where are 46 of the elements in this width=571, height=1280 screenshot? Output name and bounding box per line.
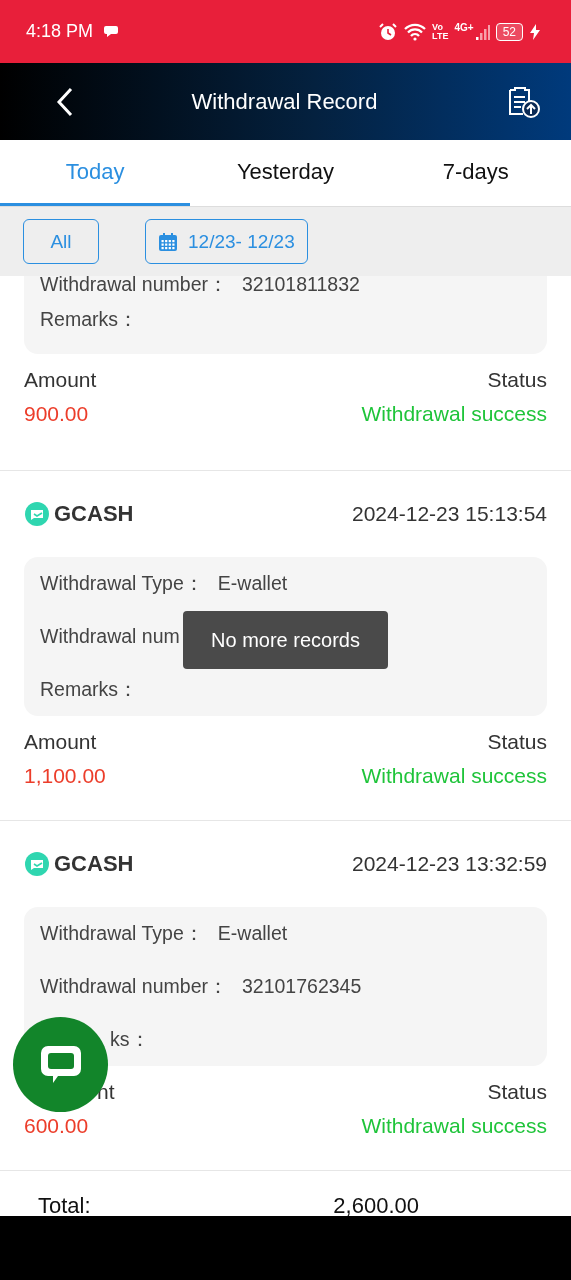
field-value: E-wallet — [217, 572, 288, 595]
wallet-logo-icon — [24, 851, 50, 877]
records-toast: No more records — [183, 611, 388, 669]
status-value: Withdrawal success — [361, 402, 547, 426]
record-time: 2024-12-23 15:13:54 — [352, 502, 547, 526]
amount-value: 900.00 — [24, 402, 89, 426]
field-value: 32101811832 — [242, 276, 360, 296]
status-label: Status — [487, 730, 547, 754]
field-label: Remarks： — [40, 307, 138, 332]
field-label: Withdrawal Type： — [40, 571, 204, 596]
amount-label: Amount — [24, 368, 97, 392]
signal-icon — [475, 22, 490, 41]
network-label: Vo LTE — [432, 22, 449, 41]
record-time: 2024-12-23 13:32:59 — [352, 852, 547, 876]
status-label: Status — [487, 368, 547, 392]
status-label: Status — [487, 1080, 547, 1104]
calendar-icon — [158, 231, 178, 252]
payment-method: GCASH — [54, 501, 134, 527]
network-type: 4G+ — [454, 22, 474, 33]
battery-level: 52 — [495, 22, 523, 41]
field-label: Withdrawal num — [40, 625, 180, 648]
total-label: Total: — [38, 1193, 91, 1216]
type-filter-button[interactable]: All — [23, 219, 99, 264]
amount-value: 600.00 — [24, 1114, 89, 1138]
field-label: Withdrawal Type： — [40, 921, 204, 946]
status-value: Withdrawal success — [361, 1114, 547, 1138]
amount-label: Amount — [24, 730, 97, 754]
total-value: 2,600.00 — [333, 1193, 419, 1216]
amount-value: 1,100.00 — [24, 764, 106, 788]
back-icon[interactable] — [56, 86, 74, 117]
page-title: Withdrawal Record — [190, 88, 379, 115]
field-label: Remarks： — [40, 677, 138, 702]
wifi-icon — [404, 22, 427, 41]
payment-method: GCASH — [54, 851, 134, 877]
clock: 4:18 PM — [26, 21, 94, 42]
alarm-icon — [378, 21, 399, 42]
status-value: Withdrawal success — [361, 764, 547, 788]
charging-icon — [529, 22, 541, 41]
field-label: Withdrawal number： — [40, 974, 228, 999]
chat-bubble-icon — [103, 24, 120, 39]
field-value: 32101762345 — [242, 975, 362, 998]
field-value: E-wallet — [217, 922, 288, 945]
field-label: ks： — [109, 1027, 150, 1052]
wallet-logo-icon — [24, 501, 50, 527]
date-range-button[interactable]: 12/23- 12/23 — [145, 219, 308, 264]
field-label: Withdrawal number： — [40, 276, 228, 297]
